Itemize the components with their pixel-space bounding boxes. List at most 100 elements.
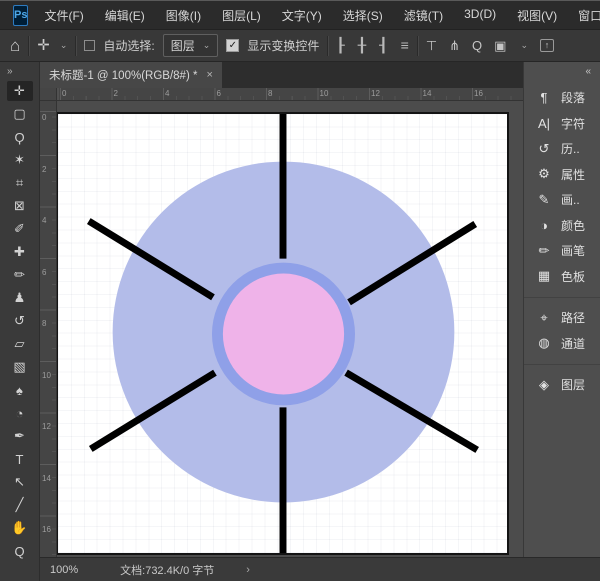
panel-item-layers[interactable]: ◈图层 bbox=[524, 372, 600, 398]
align-center-icon[interactable]: ╂ bbox=[358, 37, 366, 54]
panel-item-color[interactable]: ◑颜色 bbox=[524, 213, 600, 239]
ruler-tick-label: 6 bbox=[217, 89, 221, 98]
tool-magic-wand-icon[interactable]: ✶ bbox=[7, 150, 33, 170]
distribute-icon[interactable]: ≡ bbox=[401, 37, 409, 54]
document-tab[interactable]: 未标题-1 @ 100%(RGB/8#) * × bbox=[40, 62, 222, 88]
search-icon[interactable]: Q bbox=[472, 38, 482, 53]
ruler-tick-label: 12 bbox=[371, 89, 380, 98]
menu-item[interactable]: 编辑(E) bbox=[105, 7, 145, 24]
tool-gradient-icon[interactable]: ▧ bbox=[7, 357, 33, 377]
panel-label: 色板 bbox=[561, 268, 585, 285]
document-tab-title: 未标题-1 @ 100%(RGB/8#) * bbox=[49, 67, 197, 83]
menu-item[interactable]: 视图(V) bbox=[517, 7, 557, 24]
document-canvas[interactable] bbox=[57, 112, 509, 555]
tool-dodge-icon[interactable]: ◔ bbox=[7, 403, 33, 423]
panel-group: ◈图层 bbox=[524, 364, 600, 404]
ruler-tick-label: 14 bbox=[42, 474, 51, 483]
panel-group: ⌖ 路径 ◍通道 bbox=[524, 297, 600, 362]
color-panel-icon: ◑ bbox=[535, 218, 553, 233]
tools-collapse-icon[interactable]: » bbox=[0, 62, 39, 79]
tab-close-icon[interactable]: × bbox=[206, 69, 212, 81]
tool-lasso-icon[interactable]: Ϙ bbox=[7, 127, 33, 147]
panel-item-swatches[interactable]: ▦ 色板 bbox=[524, 264, 600, 290]
panel-item-paths[interactable]: ⌖ 路径 bbox=[524, 305, 600, 331]
canvas-viewport[interactable] bbox=[57, 101, 523, 557]
tool-pen-icon[interactable]: ✒ bbox=[7, 426, 33, 446]
tool-brush-icon[interactable]: ✏ bbox=[7, 265, 33, 285]
tool-frame-icon[interactable]: ⊠ bbox=[7, 196, 33, 216]
panel-label: 历.. bbox=[561, 140, 580, 157]
tool-zoom-icon[interactable]: Q bbox=[7, 541, 33, 561]
zoom-level-field[interactable]: 100% bbox=[50, 564, 78, 576]
distribute-vertical-icon[interactable]: ⋔ bbox=[449, 38, 460, 54]
tool-healing-brush-icon[interactable]: ✚ bbox=[7, 242, 33, 262]
tool-eraser-icon[interactable]: ▱ bbox=[7, 334, 33, 354]
panel-item-properties[interactable]: ⚙属性 bbox=[524, 162, 600, 188]
swatches-panel-icon: ▦ bbox=[535, 268, 553, 284]
menu-item[interactable]: 文件(F) bbox=[44, 7, 83, 24]
paragraph-panel-icon: ¶ bbox=[535, 90, 553, 105]
workspace-icon[interactable]: ▣ bbox=[494, 38, 506, 54]
tool-eyedropper-icon[interactable]: ✐ bbox=[7, 219, 33, 239]
move-tool-preset-icon[interactable]: ✛ bbox=[37, 38, 50, 53]
auto-select-target-dropdown[interactable]: 图层 ⌄ bbox=[163, 34, 219, 57]
horizontal-ruler: 0246810121416 bbox=[57, 88, 523, 101]
tools-list: ✛ ▢ Ϙ ✶ ⌗ ⊠ ✐ ✚ ✏ ♟ ↺ ▱ ▧ ♠ ◔ ✒ T ↖ ╱ ✋ Q bbox=[0, 81, 39, 561]
tool-path-selection-icon[interactable]: ↖ bbox=[7, 472, 33, 492]
ruler-tick-label: 16 bbox=[474, 89, 483, 98]
brush-settings-panel-icon: ✎ bbox=[535, 192, 553, 208]
ruler-tick-label: 10 bbox=[42, 371, 51, 380]
history-panel-icon: ↺ bbox=[535, 141, 553, 157]
align-right-icon[interactable]: ┨ bbox=[379, 37, 387, 54]
panel-item-channels[interactable]: ◍通道 bbox=[524, 331, 600, 357]
tool-crop-icon[interactable]: ⌗ bbox=[7, 173, 33, 193]
panel-label: 路径 bbox=[561, 309, 585, 326]
tool-clone-stamp-icon[interactable]: ♟ bbox=[7, 288, 33, 308]
separator bbox=[28, 36, 29, 56]
panel-group: ¶段落 A| 字符 ↺ 历.. ⚙属性✎画..◑颜色✏画笔 ▦ 色板 bbox=[524, 83, 600, 295]
panel-item-brushes[interactable]: ✏画笔 bbox=[524, 238, 600, 264]
options-bar: ⌂ ✛ ⌄ 自动选择: 图层 ⌄ ✓ 显示变换控件 ┠ ╂ ┨ ≡ ⊤ ⋔ Q … bbox=[0, 30, 600, 62]
tool-rectangular-marquee-icon[interactable]: ▢ bbox=[7, 104, 33, 124]
tool-blur-icon[interactable]: ♠ bbox=[7, 380, 33, 400]
dropdown-value: 图层 bbox=[171, 37, 195, 54]
share-icon[interactable]: ↑ bbox=[540, 39, 554, 52]
auto-select-label: 自动选择: bbox=[103, 37, 154, 54]
tool-hand-icon[interactable]: ✋ bbox=[7, 518, 33, 538]
tool-history-brush-icon[interactable]: ↺ bbox=[7, 311, 33, 331]
tool-type-icon[interactable]: T bbox=[7, 449, 33, 469]
ruler-tick-label: 0 bbox=[42, 113, 46, 122]
tool-line-icon[interactable]: ╱ bbox=[7, 495, 33, 515]
ruler-tick-label: 4 bbox=[42, 216, 46, 225]
align-left-icon[interactable]: ┠ bbox=[336, 37, 344, 54]
menu-item[interactable]: 窗口 bbox=[578, 7, 600, 24]
menu-item[interactable]: 滤镜(T) bbox=[404, 7, 443, 24]
panel-label: 字符 bbox=[561, 115, 585, 132]
menu-bar: 文件(F) 编辑(E) 图像(I) 图层(L) 文字(Y) 选择(S) 滤镜(T) 3D(D)… bbox=[44, 7, 600, 24]
chevron-down-icon[interactable]: ⌄ bbox=[60, 40, 68, 51]
home-icon[interactable]: ⌂ bbox=[10, 37, 20, 54]
menu-item[interactable]: 选择(S) bbox=[343, 7, 383, 24]
paths-panel-icon: ⌖ bbox=[535, 310, 553, 326]
panel-item-paragraph[interactable]: ¶段落 bbox=[524, 85, 600, 111]
auto-select-checkbox[interactable] bbox=[84, 40, 95, 51]
panel-item-brush-settings[interactable]: ✎画.. bbox=[524, 187, 600, 213]
chevron-down-icon: ⌄ bbox=[520, 40, 528, 51]
menu-item[interactable]: 图像(I) bbox=[166, 7, 201, 24]
menu-item[interactable]: 图层(L) bbox=[222, 7, 261, 24]
character-panel-icon: A| bbox=[535, 116, 553, 131]
panel-dock: « ¶段落 A| 字符 ↺ 历.. ⚙属性✎画..◑颜色✏画笔 ▦ 色板 ⌖ 路径 ◍通道 ◈图层 bbox=[523, 62, 600, 557]
panel-item-character[interactable]: A| 字符 bbox=[524, 111, 600, 137]
show-transform-checkbox[interactable]: ✓ bbox=[226, 39, 239, 52]
panel-collapse-icon[interactable]: « bbox=[524, 62, 600, 83]
ruler-tick-label: 10 bbox=[320, 89, 329, 98]
status-chevron-icon[interactable]: › bbox=[246, 564, 250, 576]
ruler-tick-label: 4 bbox=[165, 89, 169, 98]
chevron-down-icon: ⌄ bbox=[203, 40, 211, 51]
menu-item[interactable]: 3D(D) bbox=[464, 7, 496, 24]
align-top-icon[interactable]: ⊤ bbox=[426, 38, 437, 54]
panel-item-history[interactable]: ↺ 历.. bbox=[524, 136, 600, 162]
tool-move-icon[interactable]: ✛ bbox=[7, 81, 33, 101]
menu-item[interactable]: 文字(Y) bbox=[282, 7, 322, 24]
ruler-tick-label: 8 bbox=[42, 319, 46, 328]
